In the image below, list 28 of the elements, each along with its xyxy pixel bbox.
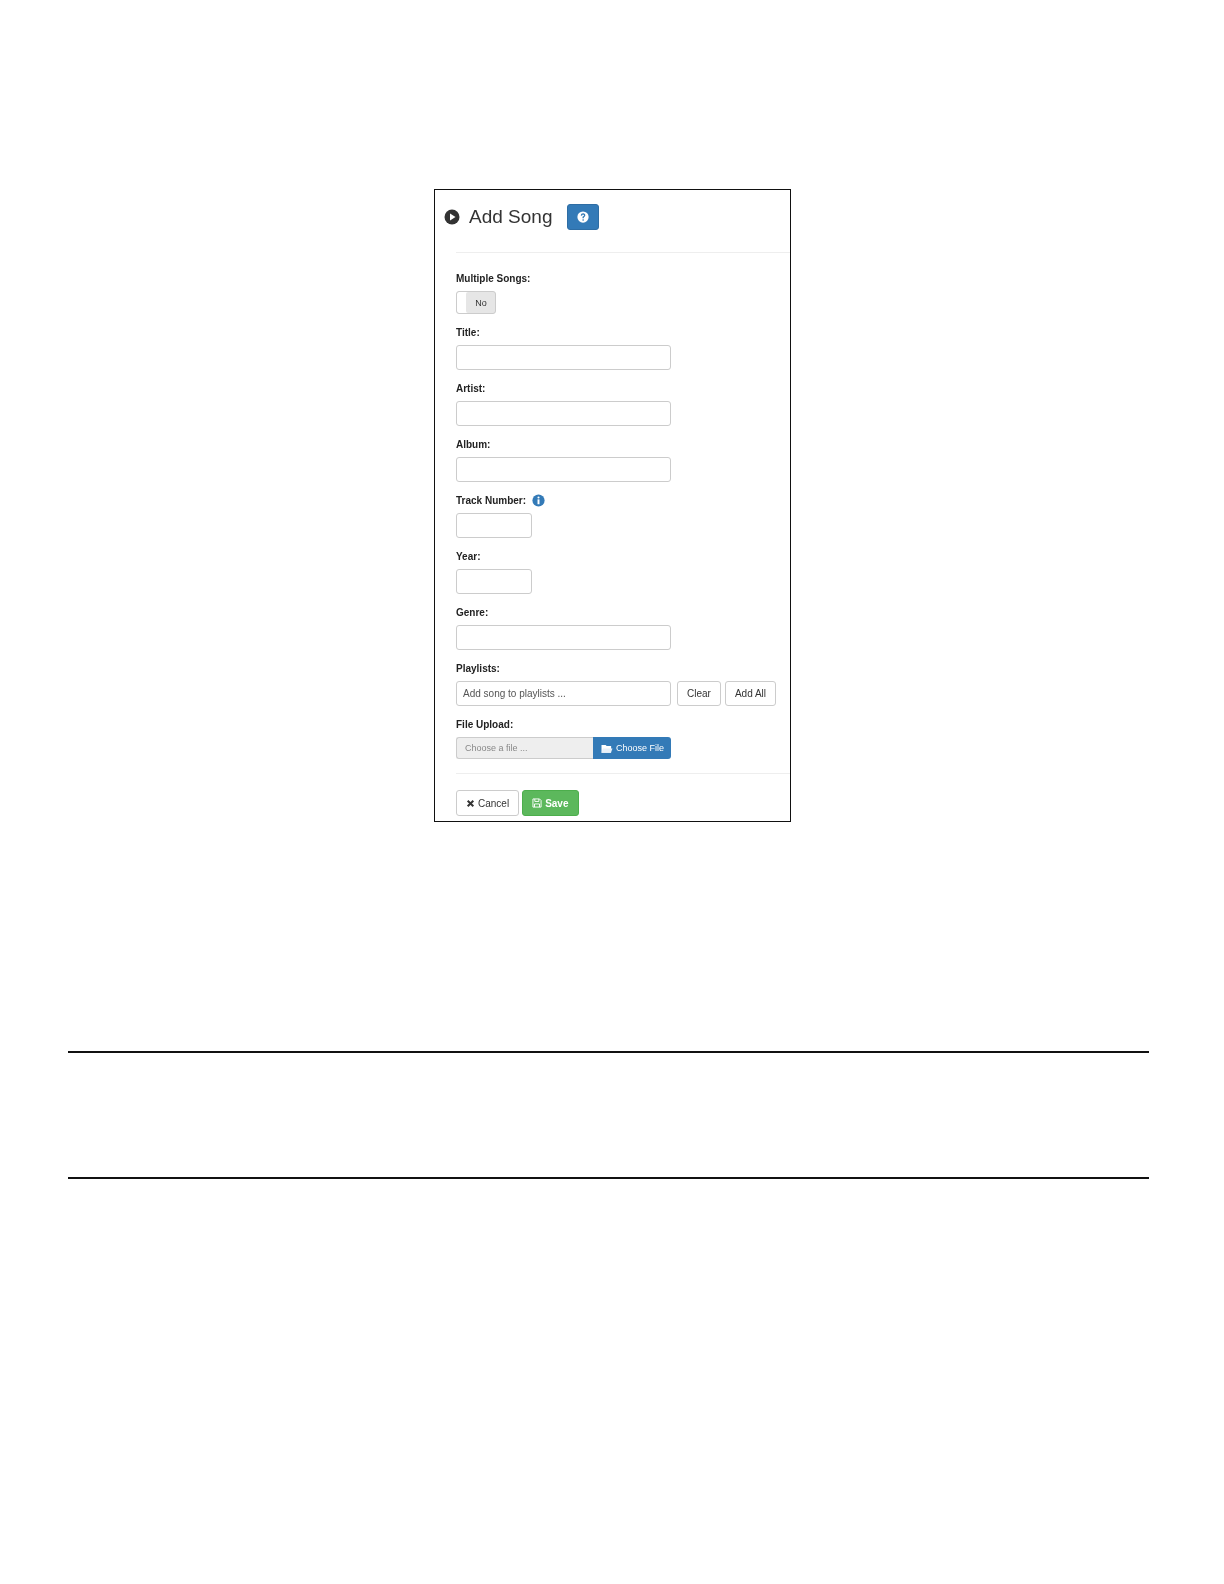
field-label: Playlists: — [456, 663, 500, 674]
cancel-button[interactable]: Cancel — [456, 790, 520, 816]
help-button[interactable] — [567, 203, 600, 230]
panel-title: Add Song — [469, 205, 553, 228]
input-field[interactable] — [456, 569, 532, 594]
button[interactable]: Add All — [724, 681, 777, 706]
field-label: File Upload: — [456, 719, 514, 730]
field-label: Artist: — [456, 383, 486, 394]
field-label: Genre: — [456, 607, 489, 618]
input-field[interactable]: Add song to playlists ... — [456, 681, 671, 706]
choose-file-button[interactable]: Choose File — [593, 737, 671, 759]
field-label: Year: — [456, 551, 481, 562]
button[interactable]: Clear — [677, 681, 721, 706]
input-field[interactable] — [456, 457, 671, 482]
close-icon — [466, 798, 475, 808]
folder-icon — [601, 742, 613, 754]
toggle-switch[interactable]: No — [456, 291, 496, 314]
play-icon — [444, 208, 460, 225]
field-label: Track Number: — [456, 495, 527, 506]
floppy-icon — [532, 798, 543, 808]
field-label: Multiple Songs: — [456, 273, 531, 284]
field-label: Title: — [456, 327, 480, 338]
input-field[interactable] — [456, 513, 532, 538]
question-icon — [577, 210, 590, 223]
input-field[interactable] — [456, 345, 671, 370]
field-label: Album: — [456, 439, 491, 450]
input-field[interactable] — [456, 401, 671, 426]
input-field[interactable] — [456, 625, 671, 650]
